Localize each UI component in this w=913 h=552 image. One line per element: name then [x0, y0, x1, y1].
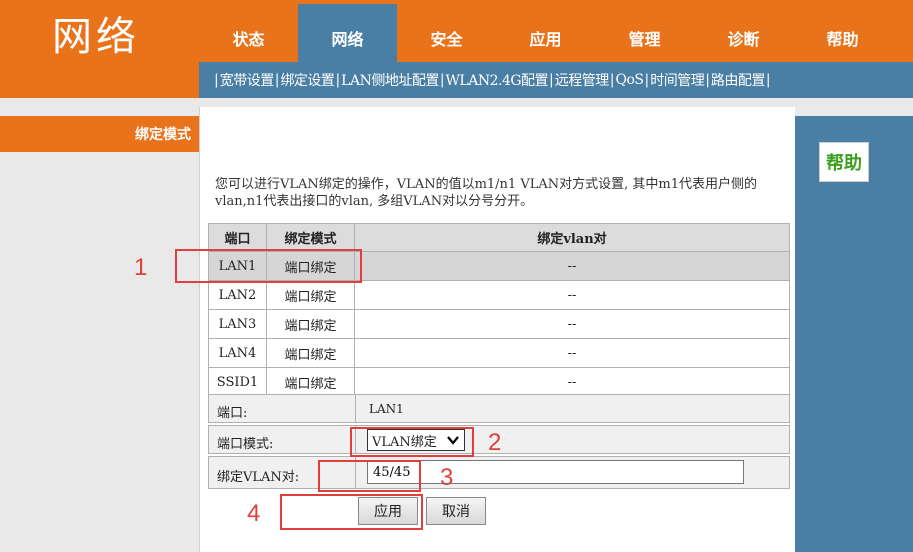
tab-1[interactable]: 网络	[298, 4, 397, 62]
vlan-cell: --	[354, 280, 790, 310]
annotation-number-2: 2	[488, 429, 502, 456]
vlan-cell: --	[354, 251, 790, 281]
subnav-separator: |	[549, 72, 554, 88]
sidebar-item-bind-mode[interactable]: 绑定模式	[135, 124, 191, 144]
vlan-cell: --	[354, 338, 790, 368]
annotation-box-3	[318, 460, 421, 492]
sidebar-band: 绑定模式	[0, 116, 199, 152]
subnav-item-7[interactable]: 路由配置	[711, 70, 766, 90]
table-row[interactable]: LAN4 端口绑定 --	[208, 338, 790, 368]
annotation-number-3: 3	[440, 464, 454, 491]
help-panel: 帮助	[795, 116, 913, 552]
vlan-cell: --	[354, 309, 790, 339]
sub-nav: | 宽带设置 | 绑定设置 | LAN侧地址配置 | WLAN2.4G配置 | 远程管理 | QoS |…	[199, 62, 913, 98]
header-bind-mode: 绑定模式	[266, 223, 355, 252]
subnav-item-3[interactable]: WLAN2.4G配置	[446, 70, 549, 90]
mode-cell: 端口绑定	[266, 367, 355, 397]
subnav-item-5[interactable]: QoS	[615, 72, 644, 88]
mode-cell: 端口绑定	[266, 280, 355, 310]
port-cell: LAN4	[208, 338, 267, 368]
tab-4[interactable]: 管理	[595, 4, 694, 62]
logo: 网络	[52, 14, 140, 60]
subnav-item-6[interactable]: 时间管理	[650, 70, 705, 90]
vlan-cell: --	[354, 367, 790, 397]
header-port: 端口	[208, 223, 267, 252]
annotation-number-1: 1	[134, 254, 148, 281]
port-label: 端口:	[217, 406, 248, 421]
subnav-item-4[interactable]: 远程管理	[555, 70, 610, 90]
port-cell: SSID1	[208, 367, 267, 397]
vlan-pair-input[interactable]	[367, 460, 744, 484]
subnav-separator: |	[705, 72, 710, 88]
subnav-separator: |	[335, 72, 341, 88]
row-divider	[355, 395, 356, 422]
port-row: 端口: LAN1	[208, 394, 790, 423]
table-row[interactable]: LAN3 端口绑定 --	[208, 309, 790, 339]
cancel-button[interactable]: 取消	[426, 497, 486, 525]
port-value: LAN1	[369, 402, 404, 416]
subnav-separator: |	[644, 72, 650, 88]
tab-2[interactable]: 安全	[397, 4, 496, 62]
annotation-box-2	[350, 427, 474, 457]
port-cell: LAN2	[208, 280, 267, 310]
port-mode-label: 端口模式:	[217, 437, 274, 452]
vlan-pair-row: 绑定VLAN对:	[208, 456, 790, 489]
main-panel: 您可以进行VLAN绑定的操作，VLAN的值以m1/n1 VLAN对方式设置, 其…	[199, 107, 795, 552]
subnav-item-1[interactable]: 绑定设置	[280, 70, 335, 90]
tab-3[interactable]: 应用	[496, 4, 595, 62]
mode-cell: 端口绑定	[266, 338, 355, 368]
annotation-box-4	[280, 494, 423, 530]
tab-0[interactable]: 状态	[199, 4, 298, 62]
tab-5[interactable]: 诊断	[694, 4, 793, 62]
mode-cell: 端口绑定	[266, 309, 355, 339]
header-vlan-pair: 绑定vlan对	[354, 223, 790, 252]
help-link[interactable]: 帮助	[819, 142, 869, 182]
subnav-separator: |	[609, 72, 615, 88]
subnav-separator: |	[439, 72, 445, 88]
subnav-item-2[interactable]: LAN侧地址配置	[341, 70, 439, 90]
port-cell: LAN3	[208, 309, 267, 339]
annotation-number-4: 4	[247, 500, 261, 527]
annotation-box-1	[175, 249, 362, 283]
tab-6[interactable]: 帮助	[793, 4, 892, 62]
description-text: 您可以进行VLAN绑定的操作，VLAN的值以m1/n1 VLAN对方式设置, 其…	[215, 177, 757, 209]
subnav-separator: |	[765, 72, 771, 88]
top-nav: 状态 网络 安全 应用 管理 诊断 帮助	[199, 4, 913, 62]
subnav-separator: |	[274, 72, 280, 88]
table-row[interactable]: SSID1 端口绑定 --	[208, 367, 790, 397]
vlan-pair-label: 绑定VLAN对:	[217, 470, 300, 485]
subnav-separator: |	[214, 72, 219, 88]
table-row[interactable]: LAN2 端口绑定 --	[208, 280, 790, 310]
subnav-item-0[interactable]: 宽带设置	[220, 70, 275, 90]
